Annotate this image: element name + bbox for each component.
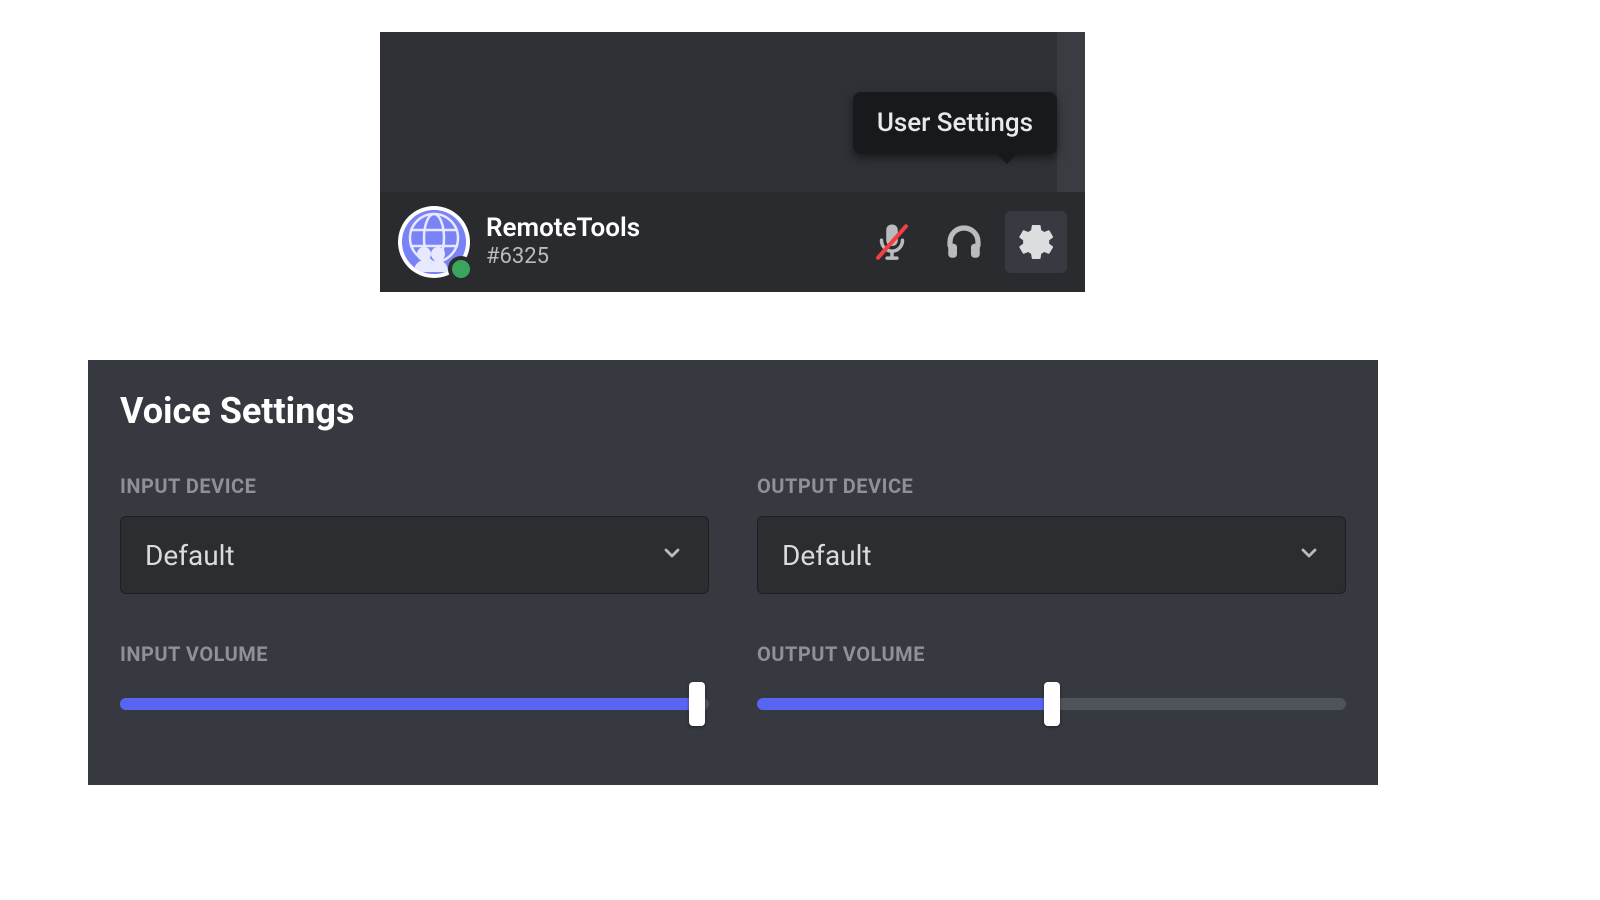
tooltip-text: User Settings	[877, 108, 1033, 138]
status-online-icon	[448, 256, 474, 282]
input-device-value: Default	[145, 539, 235, 572]
input-volume-label: INPUT VOLUME	[120, 642, 709, 666]
user-settings-tooltip: User Settings	[853, 92, 1057, 154]
slider-fill	[120, 698, 697, 710]
mic-muted-icon	[871, 221, 913, 263]
mute-button[interactable]	[861, 211, 923, 273]
username: RemoteTools	[486, 214, 640, 244]
user-settings-button[interactable]	[1005, 211, 1067, 273]
chevron-down-icon	[660, 541, 684, 569]
chevron-down-icon	[1297, 541, 1321, 569]
slider-thumb[interactable]	[689, 682, 705, 726]
slider-thumb[interactable]	[1044, 682, 1060, 726]
voice-settings-title: Voice Settings	[120, 390, 1346, 432]
output-device-label: OUTPUT DEVICE	[757, 474, 1346, 498]
discriminator: #6325	[486, 244, 640, 270]
input-device-select[interactable]: Default	[120, 516, 709, 594]
output-device-select[interactable]: Default	[757, 516, 1346, 594]
voice-settings-panel: Voice Settings INPUT DEVICE Default INPU…	[88, 360, 1378, 785]
output-volume-label: OUTPUT VOLUME	[757, 642, 1346, 666]
output-column: OUTPUT DEVICE Default OUTPUT VOLUME	[757, 474, 1346, 724]
headphones-icon	[943, 221, 985, 263]
input-device-label: INPUT DEVICE	[120, 474, 709, 498]
voice-settings-columns: INPUT DEVICE Default INPUT VOLUME OUTPUT…	[120, 474, 1346, 724]
gear-icon	[1015, 221, 1057, 263]
deafen-button[interactable]	[933, 211, 995, 273]
user-info: RemoteTools #6325	[486, 214, 640, 270]
user-actions	[861, 211, 1067, 273]
input-column: INPUT DEVICE Default INPUT VOLUME	[120, 474, 709, 724]
slider-fill	[757, 698, 1052, 710]
panel-side-strip	[1057, 32, 1085, 192]
output-device-value: Default	[782, 539, 872, 572]
input-volume-slider[interactable]	[120, 684, 709, 724]
avatar[interactable]	[398, 206, 470, 278]
user-panel: User Settings	[380, 32, 1085, 292]
user-bar: RemoteTools #6325	[380, 192, 1085, 292]
output-volume-slider[interactable]	[757, 684, 1346, 724]
